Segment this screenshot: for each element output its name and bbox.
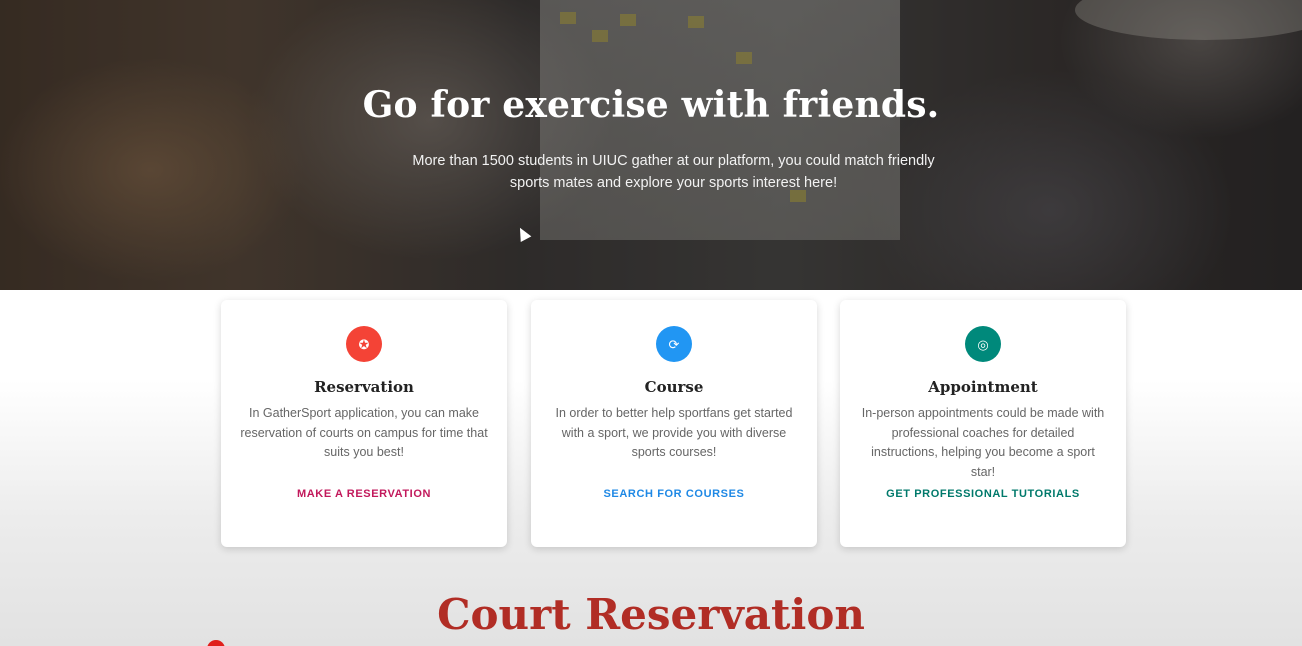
card-title: Course [644, 378, 704, 396]
refresh-icon: ⟳ [656, 326, 692, 362]
professional-tutorials-link[interactable]: GET PROFESSIONAL TUTORIALS [840, 488, 1126, 500]
hero-title: Go for exercise with friends. [362, 84, 940, 126]
card-description: In-person appointments could be made wit… [861, 406, 1105, 479]
appointment-card: ◎ Appointment In-person appointments cou… [840, 300, 1126, 547]
hero-overlay [0, 0, 1302, 290]
make-reservation-link[interactable]: MAKE A RESERVATION [221, 488, 507, 500]
reservation-card: ✪ Reservation In GatherSport application… [221, 300, 507, 547]
hero-banner: Go for exercise with friends. More than … [0, 0, 1302, 290]
fingerprint-icon: ◎ [965, 326, 1001, 362]
card-title: Reservation [314, 378, 414, 396]
course-card: ⟳ Course In order to better help sportfa… [531, 300, 817, 547]
search-courses-link[interactable]: SEARCH FOR COURSES [531, 488, 817, 500]
hero-subtitle: More than 1500 students in UIUC gather a… [412, 153, 935, 191]
star-icon: ✪ [346, 326, 382, 362]
card-title: Appointment [928, 378, 1038, 396]
indicator-dot [207, 640, 225, 646]
section-title: Court Reservation [437, 590, 865, 639]
card-description: In order to better help sportfans get st… [555, 406, 793, 459]
card-description: In GatherSport application, you can make… [240, 406, 488, 459]
